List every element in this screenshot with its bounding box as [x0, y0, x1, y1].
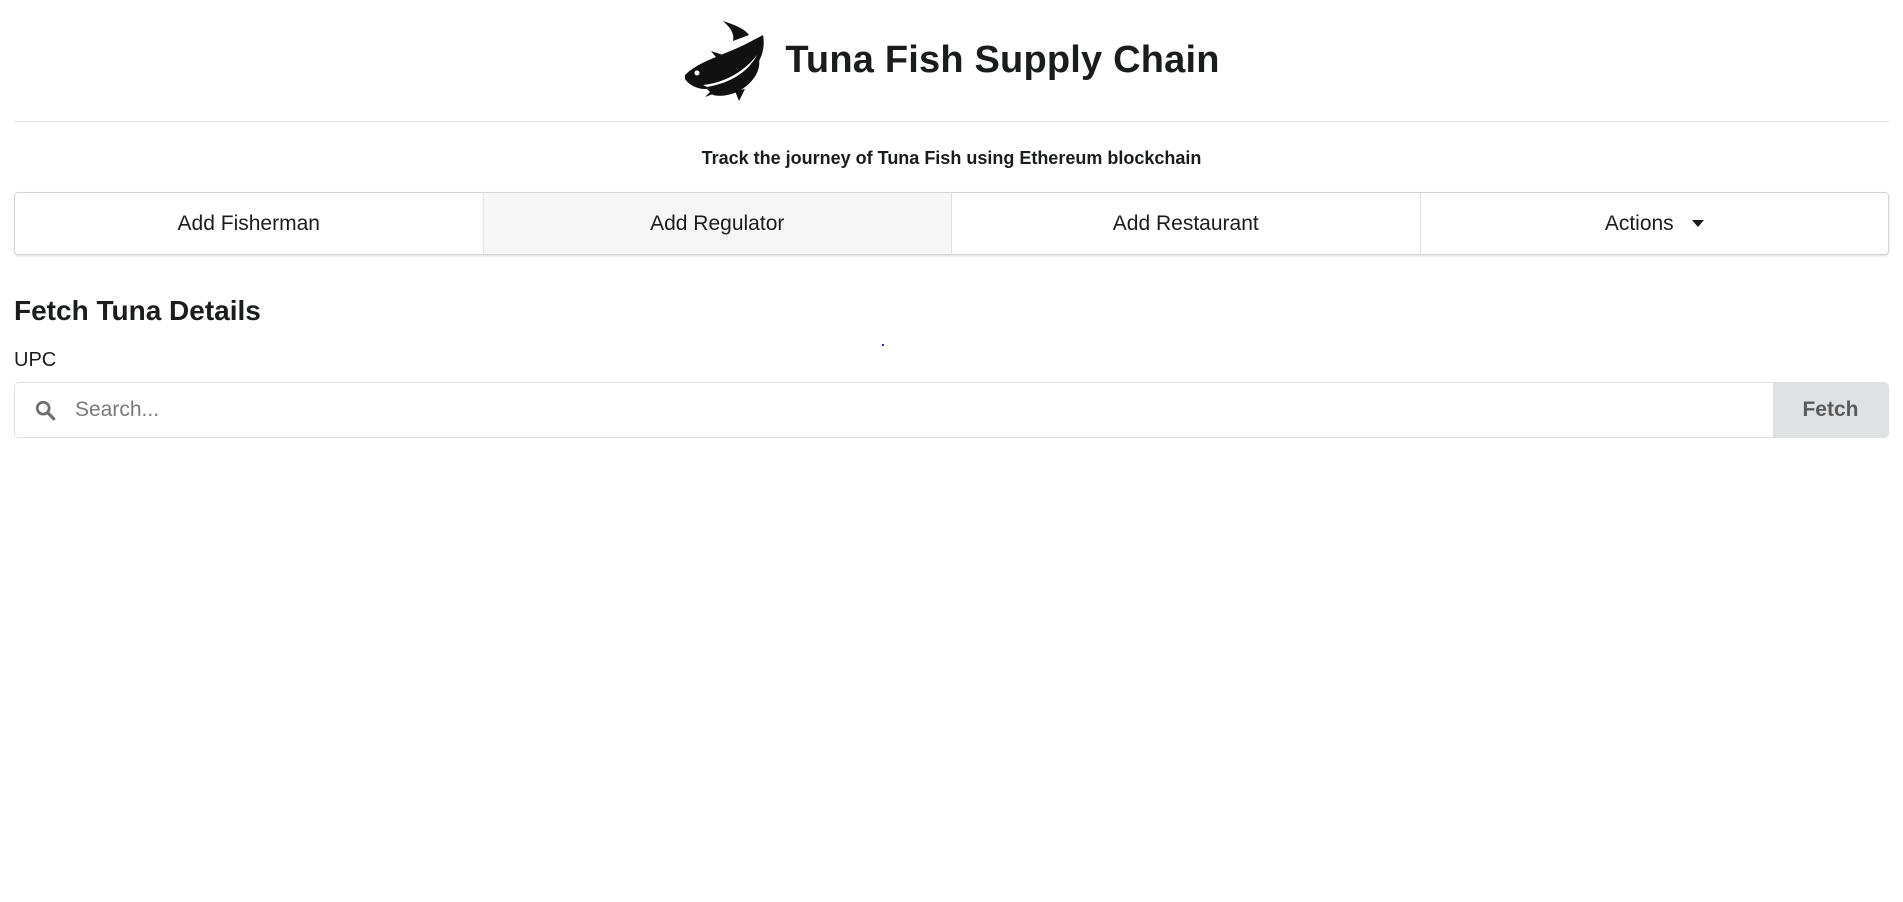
- menu-item-add-restaurant[interactable]: Add Restaurant: [952, 193, 1421, 254]
- main-menu: Add Fisherman Add Regulator Add Restaura…: [14, 192, 1889, 255]
- menu-item-label: Add Regulator: [650, 211, 785, 235]
- stray-dot: [882, 344, 884, 346]
- upc-label: UPC: [14, 349, 57, 371]
- search-icon: [15, 399, 75, 421]
- fetch-button[interactable]: Fetch: [1773, 383, 1888, 437]
- caret-down-icon: [1691, 220, 1704, 227]
- section-title: Fetch Tuna Details: [14, 295, 261, 326]
- tuna-fish-logo-icon: [683, 20, 767, 101]
- actions-dropdown[interactable]: Actions: [1420, 193, 1888, 254]
- menu-item-label: Actions: [1604, 211, 1674, 235]
- upc-search-group: Fetch: [14, 382, 1889, 438]
- menu-item-label: Add Fisherman: [177, 211, 320, 235]
- header: Tuna Fish Supply Chain: [14, 0, 1889, 122]
- menu-item-label: Add Restaurant: [1112, 211, 1259, 235]
- search-box: [15, 383, 1773, 437]
- menu-item-add-fisherman[interactable]: Add Fisherman: [15, 193, 484, 254]
- app-title: Tuna Fish Supply Chain: [785, 39, 1220, 81]
- upc-search-input[interactable]: [75, 383, 1773, 437]
- subtitle: Track the journey of Tuna Fish using Eth…: [701, 148, 1202, 168]
- menu-item-add-regulator[interactable]: Add Regulator: [483, 193, 952, 254]
- page: Tuna Fish Supply Chain Track the journey…: [0, 0, 1903, 902]
